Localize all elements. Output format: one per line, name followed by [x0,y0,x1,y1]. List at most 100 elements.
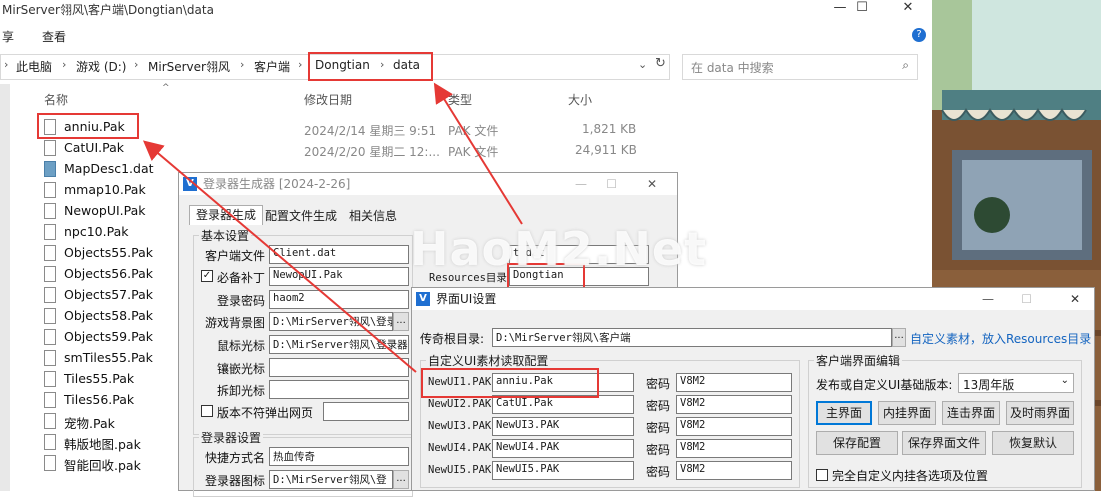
chevron-down-icon[interactable]: ⌄ [638,58,647,71]
close-icon[interactable]: ✕ [647,173,657,195]
file-row[interactable]: Objects57.Pak [44,285,184,306]
custom-resources-link[interactable]: 自定义素材，放入Resources目录 [910,330,1091,347]
file-row[interactable]: 宠物.Pak [44,411,184,432]
file-row[interactable]: CatUI.Pak [44,138,184,159]
background-image-field[interactable]: D:\MirServer翎风\登录 [269,312,393,331]
plugin-ui-button[interactable]: 内挂界面 [878,401,936,425]
version-url-field[interactable] [323,402,409,421]
split-cursor-field[interactable] [269,380,409,399]
timely-rain-ui-button[interactable]: 及时雨界面 [1006,401,1074,425]
file-date: 2024/2/14 星期三 9:51 [304,124,437,138]
file-row[interactable]: 智能回收.pak [44,453,184,474]
browse-button[interactable]: ... [892,328,906,347]
file-row[interactable]: Objects58.Pak [44,306,184,327]
file-name: 智能回收.pak [64,458,141,473]
file-row[interactable]: Tiles56.Pak [44,390,184,411]
file-row[interactable]: npc10.Pak [44,222,184,243]
main-ui-button[interactable]: 主界面 [816,401,872,425]
label: 快捷方式名 [205,451,266,465]
breadcrumb-drive[interactable]: 游戏 (D:) [76,58,126,75]
ui-password-field[interactable]: V8M2 [676,439,792,458]
minimize-icon[interactable]: — [982,288,994,310]
file-row[interactable]: smTiles55.Pak [44,348,184,369]
cursor-field[interactable]: D:\MirServer翎风\登录器 [269,335,409,354]
root-dir-field[interactable]: D:\MirServer翎风\客户端 [492,328,892,347]
password-label: 密码 [646,421,671,435]
client-file-field[interactable]: Client.dat [269,245,409,264]
label: 完全自定义内挂各选项及位置 [832,469,989,483]
file-row[interactable]: NewopUI.Pak [44,201,184,222]
file-row[interactable]: Objects59.Pak [44,327,184,348]
icon-field[interactable]: D:\MirServer翎风\登 [269,470,393,489]
column-header-name[interactable]: 名称 [44,91,68,108]
ui-pak-field[interactable]: NewUI5.PAK [492,461,634,480]
ui-password-field[interactable]: V8M2 [676,373,792,392]
label: 版本不符弹出网页 [217,406,314,420]
ribbon-tab-view[interactable]: 查看 [42,28,66,45]
maximize-icon[interactable]: ☐ [606,173,617,195]
file-row[interactable]: mmap10.Pak [44,180,184,201]
file-row[interactable]: Tiles55.Pak [44,369,184,390]
file-name: 宠物.Pak [64,416,115,431]
close-icon[interactable]: ✕ [888,0,928,16]
patch-field[interactable]: NewopUI.Pak [269,267,409,286]
watermark-text: HaoM2.Net [410,222,708,276]
browse-button[interactable]: ... [393,312,409,331]
ui-password-field[interactable]: V8M2 [676,461,792,480]
chevron-down-icon: ⌄ [1060,375,1069,386]
maximize-icon[interactable]: ☐ [1021,288,1032,310]
breadcrumb-this-pc[interactable]: 此电脑 [16,58,52,75]
file-name: Objects58.Pak [64,308,153,323]
patch-checkbox[interactable]: ✓ [201,270,213,282]
ui-pak-field[interactable]: NewUI3.PAK [492,417,634,436]
restore-default-button[interactable]: 恢复默认 [992,431,1074,455]
ui-pak-field[interactable]: NewUI4.PAK [492,439,634,458]
inlay-cursor-field[interactable] [269,358,409,377]
combo-ui-button[interactable]: 连击界面 [942,401,1000,425]
breadcrumb-mirserver[interactable]: MirServer翎风 [148,58,230,75]
full-custom-checkbox[interactable] [816,469,828,481]
password-field[interactable]: haom2 [269,290,409,309]
dialog-title: 登录器生成器 [2024-2-26] [203,177,351,191]
label: 客户端文件 [205,249,266,263]
ui-password-field[interactable]: V8M2 [676,417,792,436]
ribbon-tab-share[interactable]: 享 [2,28,14,45]
file-row[interactable]: Objects55.Pak [44,243,184,264]
dialog-titlebar: V 界面UI设置 — ☐ ✕ [412,288,1094,310]
file-row[interactable]: Objects56.Pak [44,264,184,285]
tab-launcher-generate[interactable]: 登录器生成 [189,205,263,225]
ui-password-field[interactable]: V8M2 [676,395,792,414]
search-input[interactable]: 在 data 中搜索 ⌕ [682,54,918,80]
file-name: NewopUI.Pak [64,203,146,218]
label: 登录密码 [217,294,266,308]
column-header-type[interactable]: 类型 [448,91,472,108]
file-name: Objects56.Pak [64,266,153,281]
file-row[interactable]: 韩版地图.pak [44,432,184,453]
label: 拆卸光标 [217,384,266,398]
file-row[interactable]: MapDesc1.dat [44,159,184,180]
close-icon[interactable]: ✕ [1070,288,1080,310]
breadcrumb-client[interactable]: 客户端 [254,58,290,75]
column-header-size[interactable]: 大小 [568,91,592,108]
app-logo-icon: V [183,177,197,191]
minimize-icon[interactable]: — [575,173,587,195]
version-checkbox[interactable] [201,405,213,417]
base-version-select[interactable]: 13周年版 ⌄ [958,373,1074,393]
column-header-date[interactable]: 修改日期 [304,91,352,108]
shortcut-name-field[interactable]: 热血传奇 [269,447,409,466]
refresh-icon[interactable]: ↻ [655,56,666,71]
nav-pane-scrollbar[interactable] [0,84,10,491]
tab-config-generate[interactable]: 配置文件生成 [265,207,337,225]
breadcrumb-dongtian[interactable]: Dongtian [315,58,370,72]
group-title: 基本设置 [199,227,252,244]
tab-about[interactable]: 相关信息 [349,207,397,225]
label: 镶嵌光标 [217,362,266,376]
browse-button[interactable]: ... [393,470,409,489]
breadcrumb-data[interactable]: data [393,58,420,72]
file-icon [44,350,56,366]
maximize-icon[interactable]: ☐ [842,0,882,16]
save-ui-file-button[interactable]: 保存界面文件 [902,431,986,455]
help-icon[interactable]: ? [912,28,926,42]
save-config-button[interactable]: 保存配置 [816,431,898,455]
dat-file-icon [44,161,56,177]
